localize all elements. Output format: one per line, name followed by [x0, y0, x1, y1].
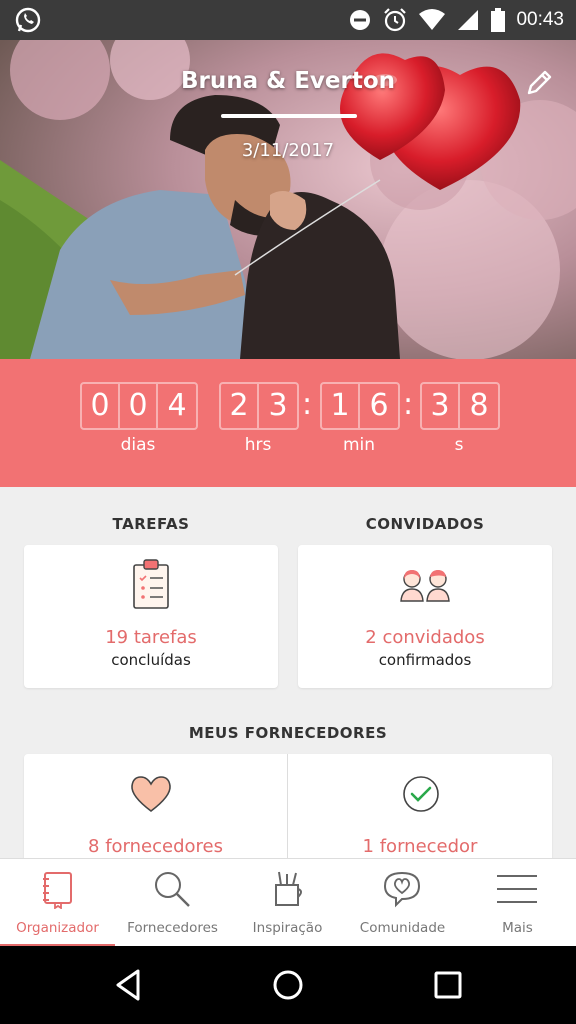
seconds-label: s: [454, 435, 464, 455]
status-bar: 00:43: [0, 0, 576, 40]
signal-icon: [458, 10, 479, 30]
tasks-sub: concluídas: [111, 651, 191, 669]
nav-fornecedores[interactable]: Fornecedores: [115, 859, 230, 947]
back-icon[interactable]: [108, 965, 148, 1005]
home-icon[interactable]: [268, 965, 308, 1005]
clipboard-checklist-icon: [133, 559, 169, 609]
days-counter: 0 0 4: [80, 382, 198, 430]
nav-organizador[interactable]: Organizador: [0, 859, 115, 947]
vendors-title: MEUS FORNECEDORES: [188, 724, 388, 742]
days-digit: 0: [82, 384, 120, 428]
clock: 00:43: [516, 9, 564, 30]
heart-icon: [131, 776, 171, 813]
days-digit: 4: [167, 388, 187, 423]
nav-label: Mais: [502, 920, 533, 936]
vendors-confirmed-count: 1 fornecedor: [362, 836, 478, 857]
vendors-hired-count: 8 fornecedores: [88, 836, 223, 857]
time-separator: :: [302, 387, 313, 422]
hours-digit: 2: [221, 384, 259, 428]
countdown: 0 0 4 dias 2 3 hrs : 1 6 min : 3 8 s: [0, 359, 576, 487]
tasks-count: 19 tarefas: [105, 627, 197, 648]
whatsapp-icon: [15, 7, 41, 33]
battery-icon: [491, 8, 506, 32]
minutes-label: min: [342, 435, 376, 455]
hours-counter: 2 3: [219, 382, 299, 430]
nav-mais[interactable]: Mais: [460, 859, 575, 947]
guests-count: 2 convidados: [365, 627, 485, 648]
nav-inspiracao[interactable]: Inspiração: [230, 859, 345, 947]
recents-icon[interactable]: [428, 965, 468, 1005]
nav-label: Fornecedores: [127, 920, 218, 936]
wedding-date: 3/11/2017: [241, 140, 335, 161]
vendors-confirmed-item[interactable]: 1 fornecedor: [288, 754, 552, 864]
time-separator: :: [403, 387, 414, 422]
days-label: dias: [120, 435, 156, 455]
nav-comunidade[interactable]: Comunidade: [345, 859, 460, 947]
guests-title: CONVIDADOS: [365, 515, 485, 533]
guests-sub: confirmados: [378, 651, 472, 669]
pencil-cup-icon: [275, 871, 302, 906]
menu-icon: [497, 875, 537, 903]
pencil-icon[interactable]: [522, 66, 556, 100]
hours-digit: 3: [268, 388, 288, 423]
nav-label: Comunidade: [359, 920, 446, 936]
check-circle-icon: [403, 776, 439, 812]
speech-heart-icon: [383, 871, 421, 908]
tasks-card[interactable]: 19 tarefas concluídas: [24, 545, 278, 688]
seconds-digit: 8: [469, 388, 489, 423]
hero-photo: Bruna & Everton 3/11/2017: [0, 40, 576, 359]
tasks-title: TAREFAS: [112, 515, 190, 533]
minutes-digit: 6: [369, 388, 389, 423]
seconds-digit: 3: [422, 384, 460, 428]
guests-card[interactable]: 2 convidados confirmados: [298, 545, 552, 688]
wifi-icon: [419, 9, 446, 30]
vendors-card: 8 fornecedores 1 fornecedor: [24, 754, 552, 864]
hours-label: hrs: [244, 435, 272, 455]
do-not-disturb-icon: [350, 10, 371, 30]
name-underline: [221, 114, 357, 118]
minutes-digit: 1: [322, 384, 360, 428]
nav-label: Inspiração: [252, 920, 323, 936]
bottom-navigation: Organizador Fornecedores Inspiração Comu…: [0, 858, 576, 947]
couple-name: Bruna & Everton: [180, 68, 396, 94]
nav-label: Organizador: [16, 920, 99, 936]
vendors-hired-item[interactable]: 8 fornecedores: [24, 754, 287, 864]
alarm-icon: [384, 8, 407, 32]
seconds-counter: 3 8: [420, 382, 500, 430]
couple-guests-icon: [400, 570, 450, 602]
android-navigation-bar: [0, 946, 576, 1024]
minutes-counter: 1 6: [320, 382, 400, 430]
notebook-icon: [43, 872, 72, 909]
magnifier-icon: [155, 872, 190, 907]
days-digit: 0: [120, 384, 158, 428]
